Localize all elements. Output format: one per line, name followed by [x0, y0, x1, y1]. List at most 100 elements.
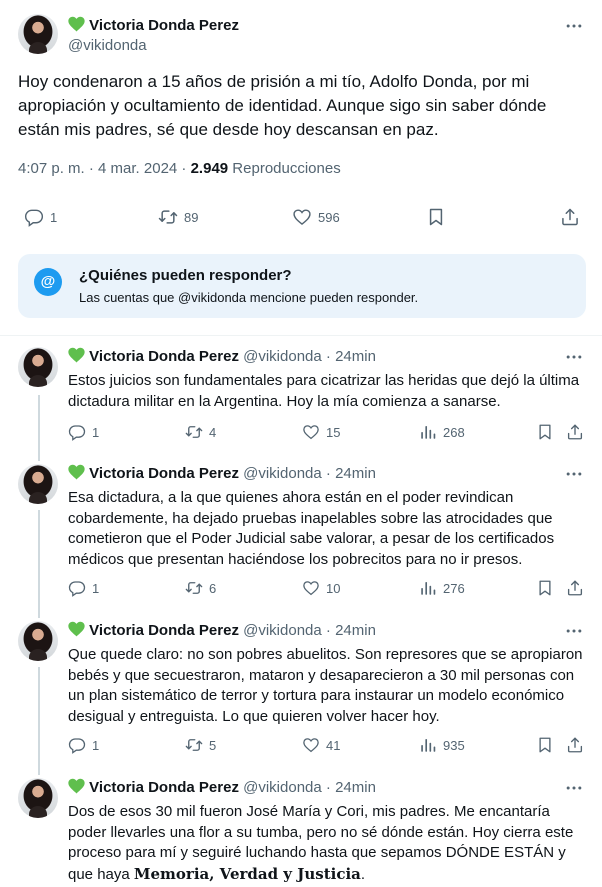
- author-name-line[interactable]: Victoria Donda Perez @vikidonda · 24min: [68, 464, 376, 482]
- avatar[interactable]: [18, 621, 58, 661]
- retweet-count: 5: [209, 737, 217, 753]
- tweet-text: Hoy condenaron a 15 años de prisión a mi…: [18, 72, 547, 139]
- reply-restriction-title: ¿Quiénes pueden responder?: [79, 267, 292, 284]
- share-button[interactable]: [566, 736, 584, 754]
- display-name[interactable]: Victoria Donda Perez: [89, 622, 239, 639]
- views-count: 268: [443, 424, 465, 440]
- at-icon: @: [34, 268, 62, 296]
- like-icon: [302, 579, 320, 597]
- bookmark-button[interactable]: [536, 736, 554, 754]
- green-heart-icon: [68, 778, 85, 794]
- author-name-line[interactable]: Victoria Donda Perez: [68, 16, 239, 34]
- avatar[interactable]: [18, 347, 58, 387]
- display-name[interactable]: Victoria Donda Perez: [89, 348, 239, 365]
- share-icon: [566, 579, 584, 597]
- share-button[interactable]: [566, 579, 584, 597]
- main-tweet: Victoria Donda Perez @vikidonda Hoy cond…: [0, 0, 602, 336]
- author-name-line[interactable]: Victoria Donda Perez @vikidonda · 24min: [68, 621, 376, 639]
- tweet-text-bold: Memoria, Verdad y Justicia: [133, 864, 361, 883]
- author-handle[interactable]: @vikidonda: [243, 348, 322, 365]
- retweet-button[interactable]: 5: [185, 736, 216, 754]
- views-count: 935: [443, 737, 465, 753]
- avatar[interactable]: [18, 14, 58, 54]
- retweet-icon: [185, 579, 203, 597]
- display-name[interactable]: Victoria Donda Perez: [89, 779, 239, 796]
- retweet-icon: [158, 207, 178, 227]
- reply-icon: [68, 736, 86, 754]
- like-button[interactable]: 41: [302, 736, 340, 754]
- views-label: Reproducciones: [228, 160, 341, 177]
- tweet-timestamp[interactable]: · 24min: [326, 779, 376, 796]
- author-handle[interactable]: @vikidonda: [243, 465, 322, 482]
- reply-button[interactable]: 1: [68, 579, 99, 597]
- retweet-icon: [185, 736, 203, 754]
- views-icon: [419, 579, 437, 597]
- bookmark-button[interactable]: [426, 207, 446, 227]
- like-count: 41: [326, 737, 341, 753]
- retweet-count: 89: [184, 209, 199, 225]
- reply-icon: [68, 423, 86, 441]
- share-button[interactable]: [566, 423, 584, 441]
- views-icon: [419, 736, 437, 754]
- tweet-text: Estos juicios son fundamentales para cic…: [68, 372, 580, 410]
- share-button[interactable]: [560, 207, 580, 227]
- retweet-count: 6: [209, 580, 217, 596]
- display-name[interactable]: Victoria Donda Perez: [89, 17, 239, 34]
- avatar[interactable]: [18, 464, 58, 504]
- author-handle[interactable]: @vikidonda: [243, 622, 322, 639]
- reply-count: 1: [92, 424, 100, 440]
- tweet-timestamp[interactable]: · 24min: [326, 348, 376, 365]
- like-icon: [302, 736, 320, 754]
- author-handle[interactable]: @vikidonda: [243, 779, 322, 796]
- like-button[interactable]: 596: [292, 207, 340, 227]
- bookmark-icon: [426, 207, 446, 227]
- display-name[interactable]: Victoria Donda Perez: [89, 465, 239, 482]
- bookmark-button[interactable]: [536, 423, 554, 441]
- author-handle[interactable]: @vikidonda: [68, 37, 147, 54]
- tweet-meta: 4:07 p. m. · 4 mar. 2024 · 2.949 Reprodu…: [18, 160, 341, 177]
- tweet-timestamp[interactable]: · 24min: [326, 465, 376, 482]
- retweet-count: 4: [209, 424, 217, 440]
- reply-count: 1: [50, 209, 58, 225]
- more-icon[interactable]: [564, 16, 584, 36]
- share-icon: [566, 736, 584, 754]
- more-icon[interactable]: [564, 464, 584, 484]
- green-heart-icon: [68, 621, 85, 637]
- reply-button[interactable]: 1: [68, 736, 99, 754]
- like-count: 596: [318, 209, 340, 225]
- tweet-timestamp[interactable]: 4:07 p. m. · 4 mar. 2024 ·: [18, 160, 191, 177]
- views-button[interactable]: 268: [419, 423, 465, 441]
- like-button[interactable]: 10: [302, 579, 340, 597]
- author-name-line[interactable]: Victoria Donda Perez @vikidonda · 24min: [68, 347, 376, 365]
- more-icon[interactable]: [564, 778, 584, 798]
- reply-count: 1: [92, 737, 100, 753]
- views-button[interactable]: 935: [419, 736, 465, 754]
- thread-tweet[interactable]: Victoria Donda Perez @vikidonda · 24min …: [0, 768, 602, 887]
- views-button[interactable]: 276: [419, 579, 465, 597]
- more-icon[interactable]: [564, 347, 584, 367]
- reply-button[interactable]: 1: [68, 423, 99, 441]
- like-count: 10: [326, 580, 341, 596]
- reply-button[interactable]: 1: [24, 207, 57, 227]
- thread-tweet[interactable]: Victoria Donda Perez @vikidonda · 24min …: [0, 337, 602, 454]
- like-button[interactable]: 15: [302, 423, 340, 441]
- author-name-line[interactable]: Victoria Donda Perez @vikidonda · 24min: [68, 778, 376, 796]
- tweet-timestamp[interactable]: · 24min: [326, 622, 376, 639]
- like-icon: [292, 207, 312, 227]
- more-icon[interactable]: [564, 621, 584, 641]
- avatar[interactable]: [18, 778, 58, 818]
- thread-tweet[interactable]: Victoria Donda Perez @vikidonda · 24min …: [0, 454, 602, 611]
- views-count: 276: [443, 580, 465, 596]
- bookmark-button[interactable]: [536, 579, 554, 597]
- like-count: 15: [326, 424, 341, 440]
- thread-tweet[interactable]: Victoria Donda Perez @vikidonda · 24min …: [0, 611, 602, 768]
- retweet-button[interactable]: 6: [185, 579, 216, 597]
- retweet-button[interactable]: 4: [185, 423, 216, 441]
- retweet-icon: [185, 423, 203, 441]
- views-icon: [419, 423, 437, 441]
- retweet-button[interactable]: 89: [158, 207, 198, 227]
- like-icon: [302, 423, 320, 441]
- green-heart-icon: [68, 464, 85, 480]
- share-icon: [560, 207, 580, 227]
- reply-icon: [68, 579, 86, 597]
